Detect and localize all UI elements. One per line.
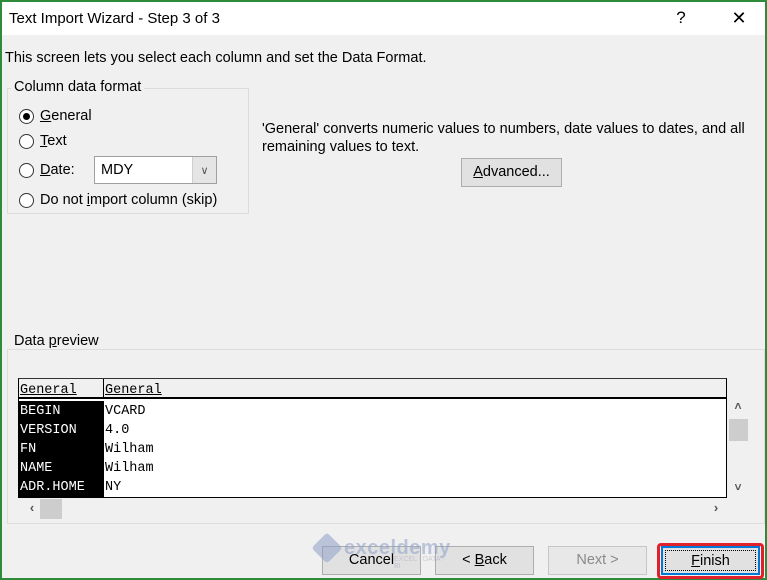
intro-text: This screen lets you select each column … (5, 50, 427, 66)
radio-date-indicator[interactable] (19, 162, 34, 178)
text-import-wizard-dialog: Text Import Wizard - Step 3 of 3 ? ✕ Thi… (0, 0, 767, 580)
preview-cell: 4.0 (105, 423, 130, 438)
dialog-title: Text Import Wizard - Step 3 of 3 (9, 10, 220, 27)
preview-header-row: General General (19, 379, 726, 399)
preview-cell: NAME (20, 461, 53, 476)
preview-cell: Wilham (105, 442, 154, 457)
title-bar: Text Import Wizard - Step 3 of 3 ? ✕ (2, 2, 765, 35)
radio-skip[interactable]: Do not import column (skip) (19, 189, 217, 211)
radio-text[interactable]: Text (19, 130, 67, 152)
format-description: 'General' converts numeric values to num… (262, 121, 745, 155)
radio-date[interactable]: Date: (19, 159, 75, 181)
radio-general[interactable]: General (19, 105, 92, 127)
back-button[interactable]: < Back (435, 546, 534, 575)
radio-skip-indicator[interactable] (19, 192, 34, 208)
scroll-left-icon[interactable]: ‹ (23, 500, 41, 518)
horizontal-scrollbar[interactable]: ‹ › (18, 498, 727, 520)
vertical-scroll-thumb[interactable] (729, 419, 748, 441)
close-icon: ✕ (731, 8, 747, 28)
preview-cell: BEGIN (20, 404, 61, 419)
preview-cell: VCARD (105, 404, 146, 419)
date-format-select[interactable]: MDY ∨ (94, 156, 217, 184)
data-preview-grid[interactable]: General General BEGIN VCARD VERSION 4.0 … (18, 378, 727, 498)
radio-general-indicator[interactable] (19, 108, 34, 124)
preview-cell: FN (20, 442, 37, 457)
radio-text-label: Text (40, 133, 67, 149)
close-button[interactable]: ✕ (719, 4, 759, 32)
focus-rectangle (665, 550, 756, 571)
preview-cell: Wilham (105, 461, 154, 476)
data-preview-label: Data preview (11, 333, 102, 349)
preview-cell: ADR.HOME (20, 480, 85, 495)
column-header-2[interactable]: General (105, 383, 162, 398)
advanced-button[interactable]: Advanced... (461, 158, 562, 187)
cancel-button[interactable]: Cancel (322, 546, 421, 575)
column-divider (103, 401, 104, 497)
radio-date-label: Date: (40, 162, 75, 178)
radio-general-label: General (40, 108, 92, 124)
help-button[interactable]: ? (666, 4, 696, 32)
preview-cell: VERSION (20, 423, 77, 438)
scroll-right-icon[interactable]: › (707, 500, 725, 518)
vertical-scrollbar[interactable]: ˄ ˅ (728, 399, 748, 498)
column-separator (103, 379, 104, 399)
horizontal-scroll-thumb[interactable] (40, 499, 62, 519)
radio-text-indicator[interactable] (19, 133, 34, 149)
finish-button[interactable]: Finish (661, 546, 760, 575)
column-header-1[interactable]: General (20, 383, 77, 398)
scroll-up-icon[interactable]: ˄ (728, 399, 748, 417)
scroll-down-icon[interactable]: ˅ (728, 480, 748, 498)
chevron-down-icon[interactable]: ∨ (192, 157, 216, 183)
column-data-format-label: Column data format (11, 79, 145, 95)
radio-skip-label: Do not import column (skip) (40, 192, 218, 208)
preview-cell: NY (105, 480, 122, 495)
date-format-value: MDY (101, 162, 134, 178)
next-button[interactable]: Next > (548, 546, 647, 575)
